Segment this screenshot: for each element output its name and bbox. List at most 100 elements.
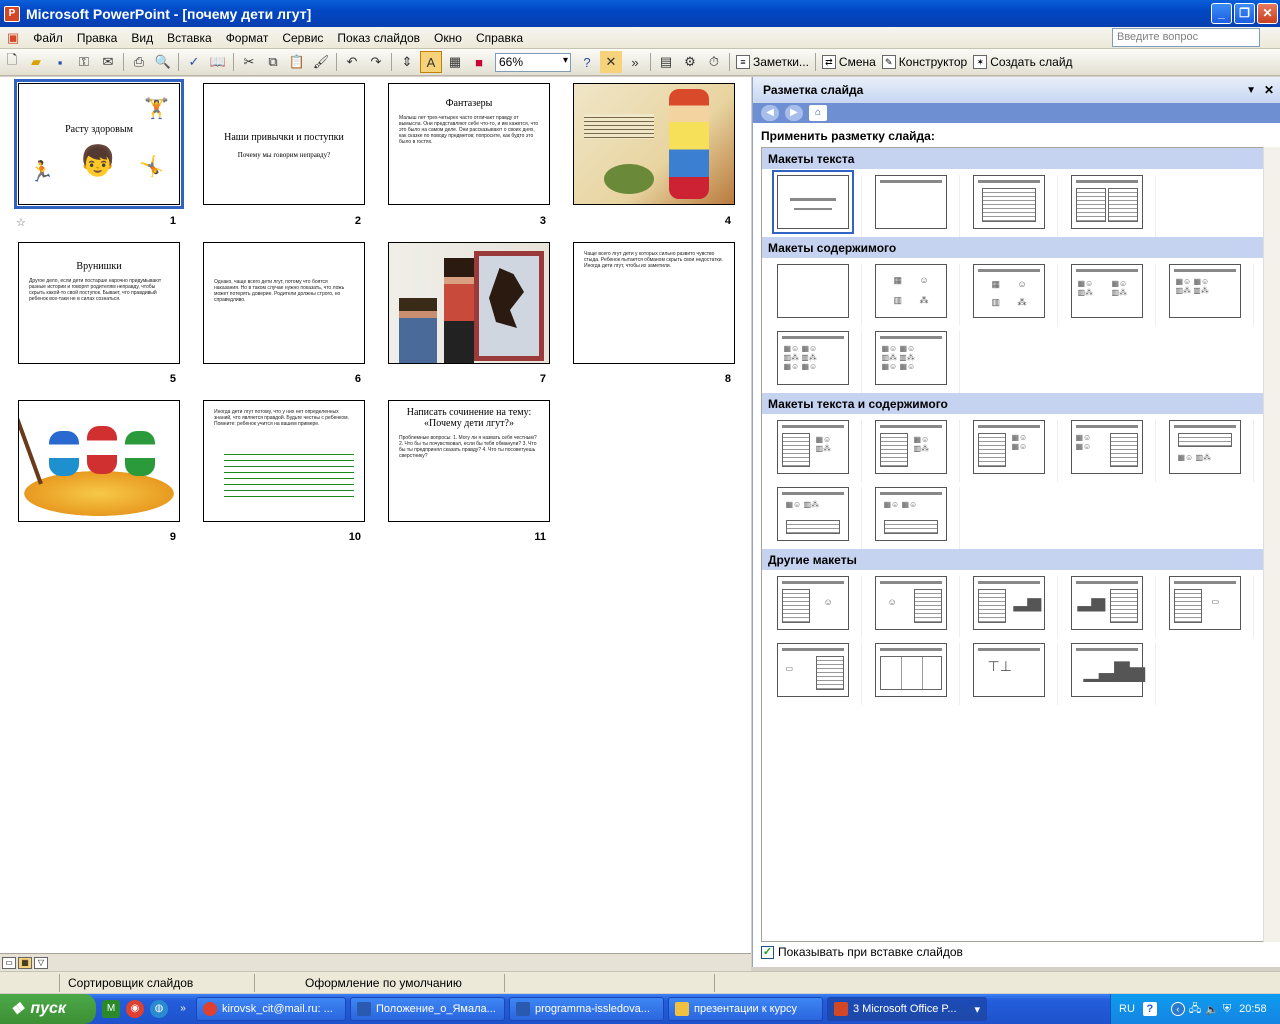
slide-thumbnail-8[interactable]: Чаще всего лгут дети у которых сильно ра… <box>573 242 735 364</box>
slide-thumbnail-1[interactable]: Расту здоровым 🏃 👦 🏋 🤸 <box>14 79 184 209</box>
checkbox-icon[interactable]: ✓ <box>761 945 774 959</box>
layout-text-over-content[interactable]: ▦☺ ▥⁂ <box>1168 420 1241 474</box>
menu-tools[interactable]: Сервис <box>275 31 330 45</box>
layout-title-four-content[interactable]: ▦☺ ▦☺ ▥⁂ ▥⁂ ▦☺ ▦☺ <box>776 331 849 385</box>
slide-thumbnail-5[interactable]: Врунишки Другое дело, если дети постарше… <box>18 242 180 364</box>
research-icon[interactable]: 📖 <box>207 51 229 73</box>
clock[interactable]: 20:58 <box>1239 1003 1267 1015</box>
close-button[interactable]: ✕ <box>1257 3 1278 24</box>
slide-thumbnail-6[interactable]: Однако, чаще всего дети лгут, потому что… <box>203 242 365 364</box>
expand-all-icon[interactable]: ⇕ <box>396 51 418 73</box>
layout-two-content-over-text[interactable]: ▦☺ ▦☺ <box>874 487 947 541</box>
layout-title-content-over[interactable]: ▦☺ ▦☺ ▥⁂ ▥⁂ <box>1168 264 1241 318</box>
slide-sorter[interactable]: Расту здоровым 🏃 👦 🏋 🤸 ☆ 1 Наши привычки… <box>0 77 751 953</box>
toolbar-options-icon[interactable]: » <box>624 51 646 73</box>
tray-collapse-icon[interactable]: ‹ <box>1170 1002 1185 1016</box>
designer-button[interactable]: ✎ Конструктор <box>879 55 970 69</box>
help-icon[interactable]: ? <box>576 51 598 73</box>
start-button[interactable]: ❖ пуск <box>0 994 96 1024</box>
home-icon[interactable]: ⌂ <box>809 105 827 121</box>
grid-icon[interactable]: ▦ <box>444 51 466 73</box>
transition-button[interactable]: ⇄ Смена <box>819 55 879 69</box>
antivirus-icon[interactable]: ⛨ <box>1223 1003 1231 1016</box>
layout-clipart-text[interactable]: ☺ <box>874 576 947 630</box>
forward-icon[interactable]: ▶ <box>785 105 803 121</box>
paste-icon[interactable]: 📋 <box>286 51 308 73</box>
color-grayscale-icon[interactable]: ■ <box>468 51 490 73</box>
layout-title-content[interactable]: ▦ ☺ ▥ ⁂ <box>972 264 1045 318</box>
layout-text-content[interactable]: ▦☺ ▥⁂ <box>776 420 849 474</box>
layout-title-two-column-text[interactable] <box>1070 175 1143 229</box>
slide-thumbnail-10[interactable]: Иногда дети лгут потому, что у них нет о… <box>203 400 365 522</box>
maximize-button[interactable]: ❐ <box>1234 3 1255 24</box>
format-painter-icon[interactable]: 🖌 <box>310 51 332 73</box>
layout-title-slide[interactable] <box>771 170 854 234</box>
layout-title-two-content[interactable]: ▦☺ ▥⁂ ▦☺ ▥⁂ <box>1070 264 1143 318</box>
menu-view[interactable]: Вид <box>124 31 160 45</box>
notes-button[interactable]: ≡ Заметки... <box>733 55 812 69</box>
slide-thumbnail-2[interactable]: Наши привычки и поступки Почему мы говор… <box>203 83 365 205</box>
menu-help[interactable]: Справка <box>469 31 530 45</box>
redo-icon[interactable]: ↷ <box>365 51 387 73</box>
sorter-view-icon[interactable]: ▦ <box>18 956 32 969</box>
menu-slideshow[interactable]: Показ слайдов <box>330 31 427 45</box>
print-icon[interactable]: ⎙ <box>128 51 150 73</box>
document-icon[interactable]: ▣ <box>0 30 26 46</box>
language-indicator[interactable]: RU <box>1119 1003 1135 1015</box>
layout-title-table[interactable] <box>874 643 947 697</box>
preview-icon[interactable]: 🔍 <box>152 51 174 73</box>
network-icon[interactable]: 🖧 <box>1189 1000 1201 1019</box>
zoom-select[interactable]: 66% <box>495 52 571 72</box>
summary-slide-icon[interactable]: ▤ <box>655 51 677 73</box>
minimize-button[interactable]: _ <box>1211 3 1232 24</box>
menu-format[interactable]: Формат <box>219 31 276 45</box>
show-formatting-icon[interactable]: A <box>420 51 442 73</box>
menu-file[interactable]: Файл <box>26 31 70 45</box>
layout-text-media[interactable]: ▭ <box>1168 576 1241 630</box>
layout-text-chart[interactable]: ▂▅ <box>972 576 1045 630</box>
undo-icon[interactable]: ↶ <box>341 51 363 73</box>
taskbar-powerpoint-button[interactable]: 3 Microsoft Office P... ▾ <box>827 997 987 1021</box>
spelling-icon[interactable]: ✓ <box>183 51 205 73</box>
menu-window[interactable]: Окно <box>427 31 469 45</box>
browser-icon[interactable]: ◍ <box>150 1000 168 1018</box>
save-icon[interactable]: ▪ <box>49 51 71 73</box>
layout-text-clipart[interactable]: ☺ <box>776 576 849 630</box>
pane-dropdown-icon[interactable]: ▼ <box>1246 85 1256 96</box>
quicklaunch-app-icon[interactable]: M <box>102 1000 120 1018</box>
quicklaunch-expand-icon[interactable]: » <box>174 1000 192 1018</box>
taskbar-doc2-button[interactable]: programma-issledova... <box>509 997 664 1021</box>
layout-text-two-content[interactable]: ▦☺ ▦☺ <box>972 420 1045 474</box>
taskbar-folder-button[interactable]: презентации к курсу <box>668 997 823 1021</box>
layout-content[interactable]: ▦ ☺ ▥ ⁂ <box>874 264 947 318</box>
slide-thumbnail-11[interactable]: Написать сочинение на тему: «Почему дети… <box>388 400 550 522</box>
taskbar-doc1-button[interactable]: Положение_о_Ямала... <box>350 997 505 1021</box>
permission-icon[interactable]: ⚿ <box>73 51 95 73</box>
menu-insert[interactable]: Вставка <box>160 31 219 45</box>
menu-edit[interactable]: Правка <box>70 31 125 45</box>
hide-slide-icon[interactable]: ✕ <box>600 51 622 73</box>
transition-star-icon[interactable]: ☆ <box>16 216 26 229</box>
help-tray-icon[interactable]: ? <box>1142 1002 1157 1016</box>
volume-icon[interactable]: 🔈 <box>1205 1003 1219 1016</box>
layout-chart-text[interactable]: ▂▅ <box>1070 576 1143 630</box>
slide-thumbnail-4[interactable] <box>573 83 735 205</box>
open-icon[interactable]: ▰ <box>25 51 47 73</box>
layout-blank[interactable] <box>776 264 849 318</box>
normal-view-icon[interactable]: ▭ <box>2 956 16 969</box>
layout-four-content[interactable]: ▦☺ ▦☺ ▥⁂ ▥⁂ ▦☺ ▦☺ <box>874 331 947 385</box>
back-icon[interactable]: ◀ <box>761 105 779 121</box>
help-search-input[interactable]: Введите вопрос <box>1112 28 1260 47</box>
taskbar-mail-button[interactable]: kirovsk_cit@mail.ru: ... <box>196 997 346 1021</box>
rehearse-icon[interactable]: ⏱ <box>703 51 725 73</box>
chrome-icon[interactable]: ◉ <box>126 1000 144 1018</box>
layout-scrollbar[interactable] <box>1263 147 1280 942</box>
pane-close-icon[interactable]: ✕ <box>1264 83 1274 97</box>
layout-two-content-text[interactable]: ▦☺ ▦☺ <box>1070 420 1143 474</box>
new-slide-button[interactable]: ✶ Создать слайд <box>970 55 1075 69</box>
slide-thumbnail-7[interactable] <box>388 242 550 364</box>
slideshow-view-icon[interactable]: ▽ <box>34 956 48 969</box>
slide-show-icon[interactable]: ⚙ <box>679 51 701 73</box>
layout-title-diagram[interactable]: ⊤⊥ <box>972 643 1045 697</box>
copy-icon[interactable]: ⧉ <box>262 51 284 73</box>
